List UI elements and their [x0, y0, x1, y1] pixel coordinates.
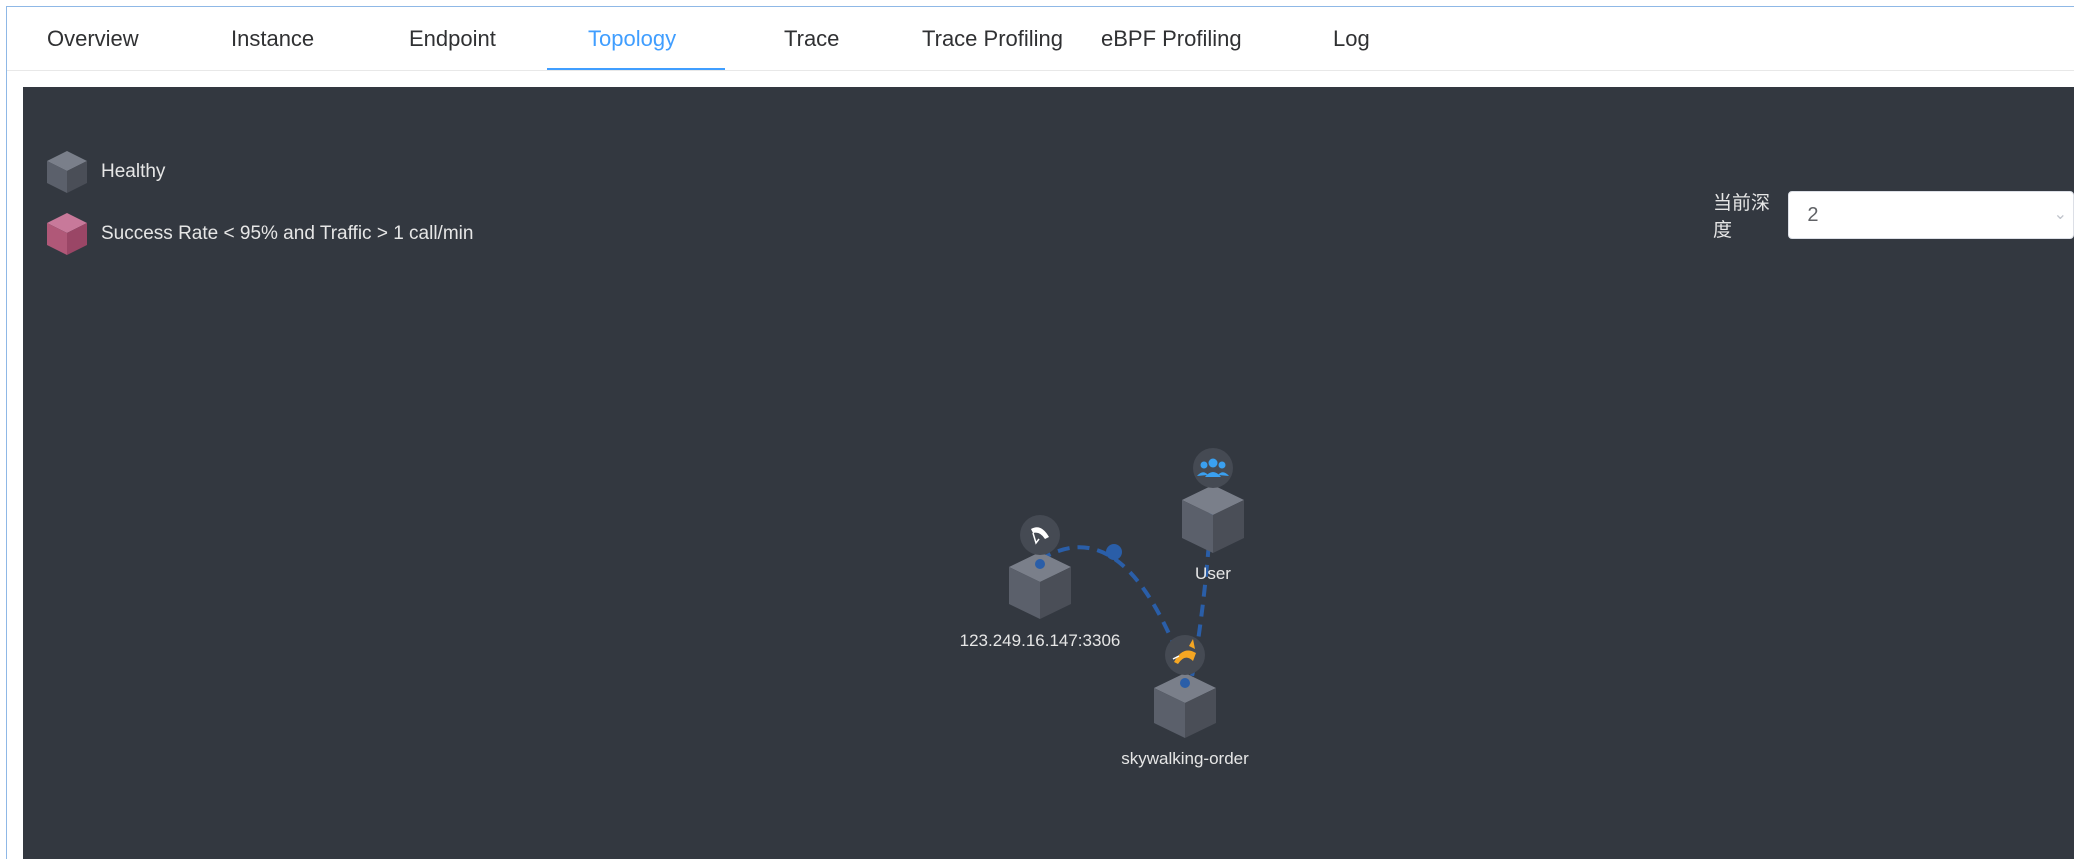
tab-instance[interactable]: Instance	[231, 7, 314, 70]
active-tab-indicator	[547, 68, 725, 70]
link-mysql-order-handle[interactable]	[1106, 544, 1122, 560]
node-skywalking-order[interactable]	[1154, 635, 1216, 738]
node-user[interactable]	[1182, 448, 1244, 553]
topology-graph: 123.249.16.147:3306 User skywalking-orde…	[960, 448, 1249, 768]
tab-topology[interactable]: Topology	[588, 7, 676, 70]
tab-log[interactable]: Log	[1333, 7, 1370, 70]
node-mysql[interactable]	[1009, 515, 1071, 619]
tab-trace[interactable]: Trace	[784, 7, 839, 70]
tab-trace-profiling[interactable]: Trace Profiling	[922, 7, 1063, 70]
node-mysql-label: 123.249.16.147:3306	[960, 631, 1121, 650]
node-user-label: User	[1195, 564, 1231, 583]
topology-canvas[interactable]: Healthy Success Rate < 95% and Traffic >…	[23, 87, 2074, 859]
tab-ebpf-profiling[interactable]: eBPF Profiling	[1101, 7, 1242, 70]
node-skywalking-order-label: skywalking-order	[1121, 749, 1249, 768]
tab-endpoint[interactable]: Endpoint	[409, 7, 496, 70]
tab-bar: Overview Instance Endpoint Topology Trac…	[7, 7, 2074, 71]
tab-overview[interactable]: Overview	[47, 7, 139, 70]
